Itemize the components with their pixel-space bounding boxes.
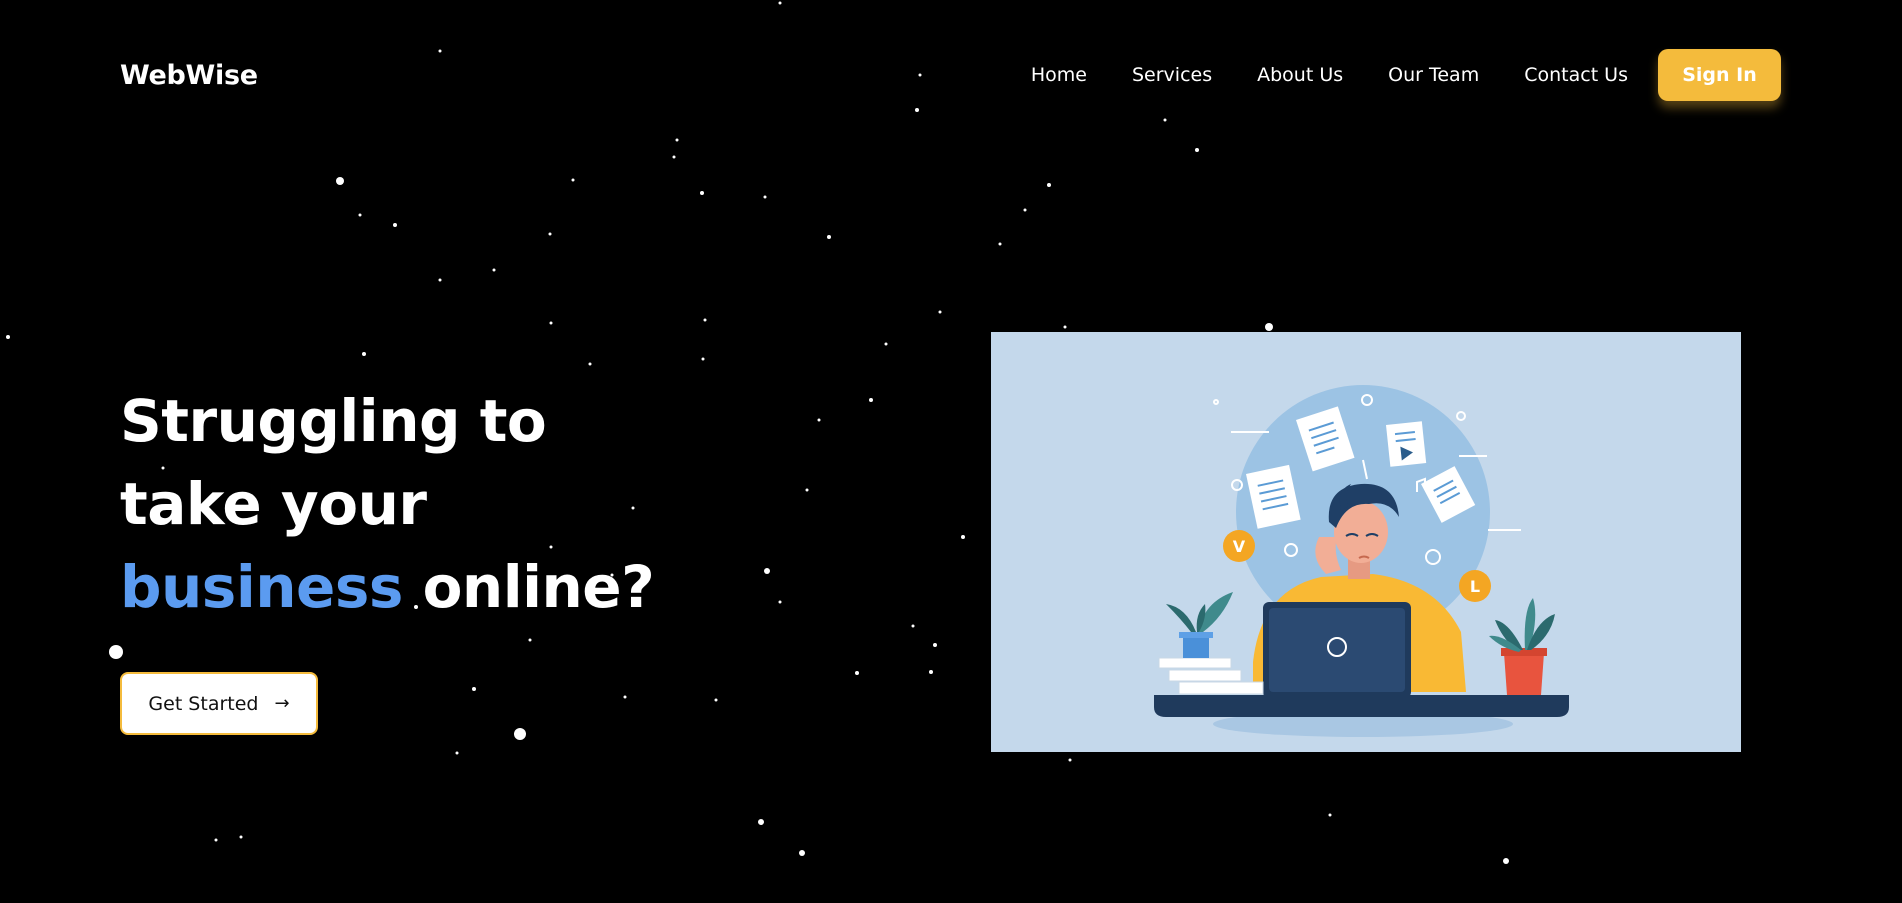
logo[interactable]: WebWise xyxy=(120,60,258,91)
badge-v: V xyxy=(1223,530,1255,562)
badge-l: L xyxy=(1459,570,1491,602)
svg-text:L: L xyxy=(1470,577,1480,596)
left-plant-illustration xyxy=(1166,592,1233,658)
main-nav: Home Services About Us Our Team Contact … xyxy=(1031,49,1781,101)
get-started-button[interactable]: Get Started → xyxy=(120,672,318,735)
laptop-illustration xyxy=(1263,602,1411,698)
book-stack-illustration xyxy=(1158,657,1264,695)
hero-heading-accent: business xyxy=(120,553,403,621)
hero-heading: Struggling to take your business online? xyxy=(120,380,655,629)
nav-contact-us-link[interactable]: Contact Us xyxy=(1524,64,1628,86)
hero-illustration: V L xyxy=(991,332,1741,752)
right-plant-illustration xyxy=(1489,598,1555,695)
nav-our-team-link[interactable]: Our Team xyxy=(1388,64,1479,86)
hero-heading-line-3: online? xyxy=(402,553,655,621)
svg-text:V: V xyxy=(1233,537,1246,556)
hero-section: Struggling to take your business online? xyxy=(120,380,655,629)
hero-heading-line-1: Struggling to xyxy=(120,387,547,455)
nav-home-link[interactable]: Home xyxy=(1031,64,1087,86)
nav-services-link[interactable]: Services xyxy=(1132,64,1212,86)
get-started-label: Get Started xyxy=(148,692,259,715)
nav-about-us-link[interactable]: About Us xyxy=(1257,64,1343,86)
desk-illustration xyxy=(1154,695,1569,717)
arrow-right-icon: → xyxy=(274,693,290,714)
sign-in-button[interactable]: Sign In xyxy=(1658,49,1781,101)
site-header: WebWise Home Services About Us Our Team … xyxy=(120,48,1781,102)
hero-heading-line-2: take your xyxy=(120,470,427,538)
